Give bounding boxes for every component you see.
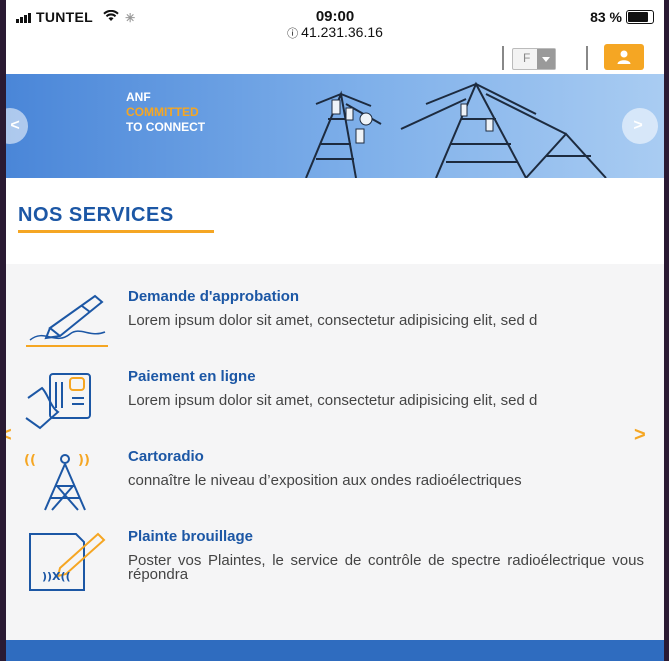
hero-next-button[interactable]: > <box>622 108 658 144</box>
info-icon: ⓘ <box>287 28 302 40</box>
clock: 09:00 <box>315 8 355 25</box>
battery-icon <box>626 10 654 24</box>
top-bar <box>6 44 664 74</box>
service-title[interactable]: Paiement en ligne <box>128 368 256 385</box>
hero-line-3: TO CONNECT <box>126 120 206 134</box>
svg-text:((: (( <box>24 453 36 468</box>
services-next-button[interactable]: > <box>634 424 646 447</box>
service-title[interactable]: Demande d'approbation <box>128 288 299 305</box>
user-account-button[interactable] <box>604 44 644 70</box>
hero-banner: ANF COMMITTED TO CONNECT <box>6 74 664 178</box>
chevron-down-icon <box>537 49 555 69</box>
battery-indicator: 83 % <box>590 9 654 25</box>
service-title[interactable]: Plainte brouillage <box>128 528 253 545</box>
section-title: NOS SERVICES <box>18 204 174 226</box>
hero-line-2: COMMITTED <box>126 105 199 119</box>
antenna-tower-icon: (( )) <box>24 453 90 511</box>
svg-text:)): )) <box>78 453 90 468</box>
service-description: connaître le niveau d’exposition aux ond… <box>128 472 522 489</box>
service-description: Poster vos Plaintes, le service de contr… <box>128 552 644 583</box>
hero-line-1: ANF <box>126 90 151 104</box>
service-title[interactable]: Cartoradio <box>128 448 204 465</box>
section-title-underline <box>18 230 214 233</box>
user-icon <box>617 50 631 64</box>
card-payment-icon <box>25 373 91 430</box>
chevron-right-icon: > <box>633 117 643 134</box>
url-text: 41.231.36.16 <box>301 24 383 40</box>
services-panel: Demande d'approbation Lorem ipsum dolor … <box>6 264 664 640</box>
language-value: F <box>523 51 531 65</box>
language-select[interactable]: F <box>512 48 556 70</box>
chevron-left-icon: < <box>10 117 20 134</box>
service-description: Lorem ipsum dolor sit amet, consectetur … <box>128 392 538 409</box>
service-description: Lorem ipsum dolor sit amet, consectetur … <box>128 312 538 329</box>
pen-signature-icon <box>26 294 108 347</box>
divider <box>502 46 504 70</box>
svg-text:))X((: ))X(( <box>42 570 71 583</box>
document-complaint-icon: ))X(( <box>29 532 106 591</box>
battery-percent: 83 % <box>590 9 622 25</box>
browser-frame: TUNTEL ✳ 09:00 ⓘ 41.231.36.16 83 % F ANF… <box>6 0 664 661</box>
telecom-towers-image <box>305 81 607 178</box>
divider <box>586 46 588 70</box>
services-prev-button[interactable]: < <box>6 424 12 447</box>
footer-bar <box>6 640 664 661</box>
url-bar[interactable]: ⓘ 41.231.36.16 <box>6 24 664 41</box>
status-bar: TUNTEL ✳ 09:00 ⓘ 41.231.36.16 83 % <box>6 0 664 44</box>
